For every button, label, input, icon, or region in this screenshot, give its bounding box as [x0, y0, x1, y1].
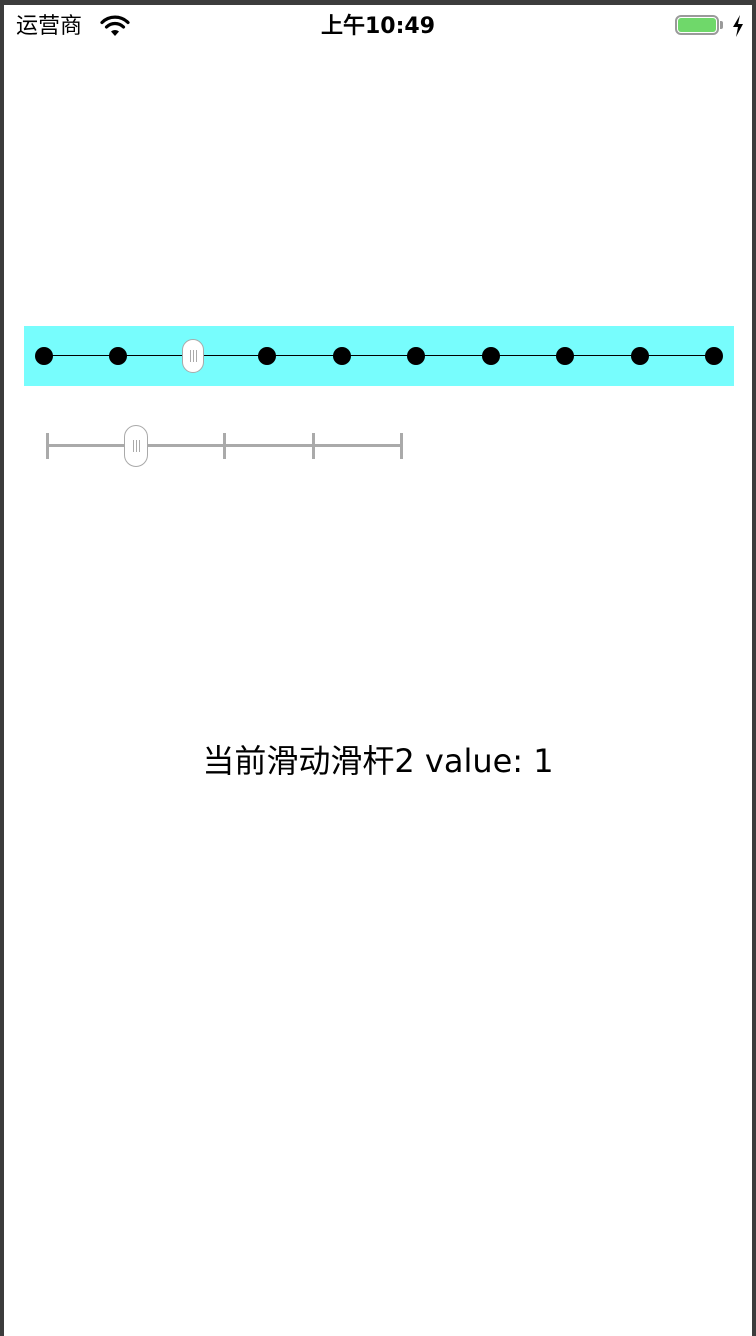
app-window: 运营商 上午10:49 当前滑动滑杆2 value: 1 [4, 5, 752, 1336]
slider1-step-dot[interactable] [481, 347, 500, 365]
slider2-thumb[interactable] [123, 425, 148, 467]
slider2-tick[interactable] [400, 433, 403, 459]
charging-bolt-icon [733, 15, 743, 37]
slider1-step-dot[interactable] [35, 347, 53, 365]
slider1-track [44, 355, 714, 356]
clock: 上午10:49 [320, 14, 436, 39]
slider1-step-dot[interactable] [332, 347, 351, 365]
current-value-label: 当前滑动滑杆2 value: 1 [202, 742, 554, 780]
slider1-step-dot[interactable] [109, 347, 128, 365]
slider2-tick[interactable] [311, 433, 315, 459]
step-slider-2[interactable] [44, 425, 404, 469]
screen: 运营商 上午10:49 当前滑动滑杆2 value: 1 [0, 0, 756, 1336]
slider1-step-dot[interactable] [556, 347, 575, 365]
status-bar: 运营商 上午10:49 [4, 5, 752, 49]
step-slider-1[interactable] [24, 326, 734, 386]
battery-icon [675, 15, 723, 37]
slider1-step-dot[interactable] [630, 347, 649, 365]
slider2-tick[interactable] [223, 433, 226, 459]
slider1-step-dot[interactable] [258, 347, 277, 365]
slider2-tick[interactable] [46, 433, 49, 459]
slider1-thumb[interactable] [181, 339, 204, 373]
thumb-grip-icon [132, 440, 140, 452]
slider1-step-dot[interactable] [705, 347, 723, 365]
slider1-step-dot[interactable] [407, 347, 426, 365]
thumb-grip-icon [189, 350, 197, 362]
